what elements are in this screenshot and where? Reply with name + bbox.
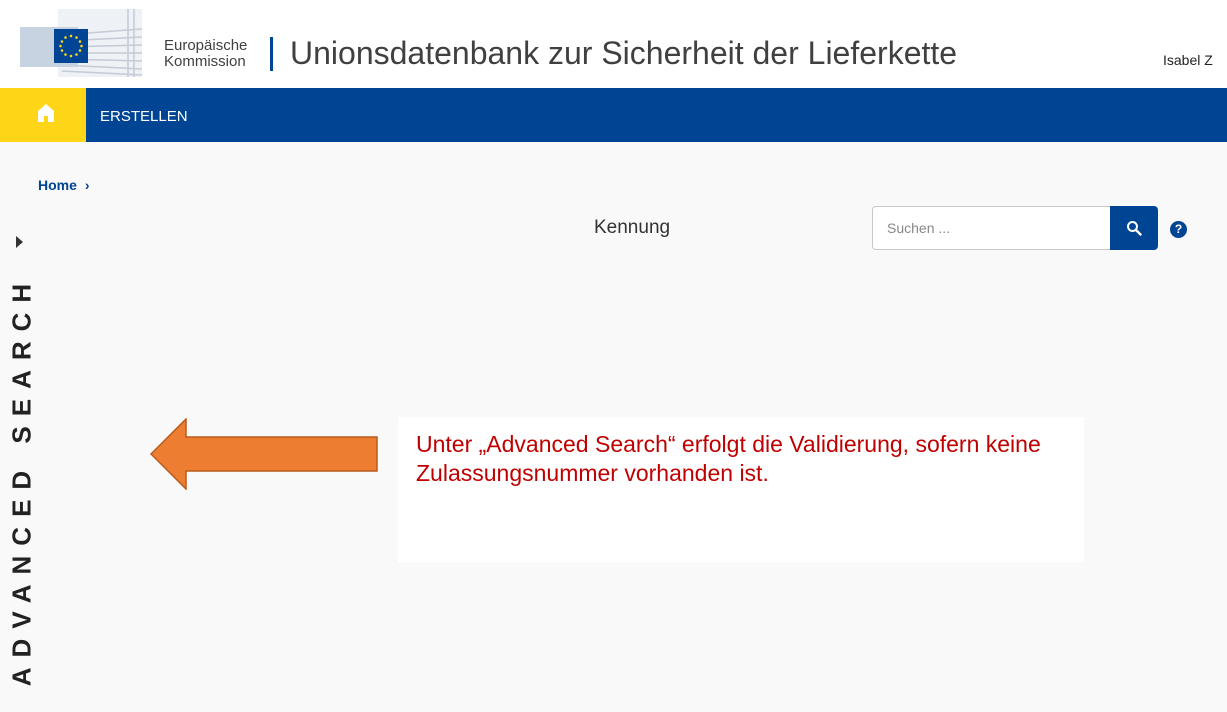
breadcrumb-separator: ›: [84, 177, 90, 193]
logo-line-2: Kommission: [164, 53, 246, 70]
site-title: Unionsdatenbank zur Sicherheit der Liefe…: [290, 35, 958, 71]
logo-divider: [270, 37, 273, 71]
advanced-search-label[interactable]: ADVANCED SEARCH: [7, 274, 38, 686]
help-icon[interactable]: ?: [1170, 221, 1187, 238]
user-name[interactable]: Isabel Z: [1163, 52, 1213, 68]
logo-line-1: Europäische: [164, 37, 248, 54]
breadcrumb-home[interactable]: Home: [38, 177, 77, 193]
home-button[interactable]: [0, 88, 86, 142]
annotation-callout: Unter „Advanced Search“ erfolgt die Vali…: [398, 417, 1084, 562]
search-icon: [1127, 221, 1142, 236]
main-nav: ERSTELLEN: [0, 88, 1227, 142]
ec-logo-text: Europäische Kommission: [164, 38, 247, 70]
ec-logo[interactable]: [18, 7, 158, 79]
left-arrow-annotation: [150, 418, 378, 490]
site-header: Europäische Kommission Unionsdatenbank z…: [0, 0, 1227, 88]
home-icon: [38, 104, 54, 122]
search-field-label: Kennung: [594, 217, 671, 238]
caret-right-icon: [16, 236, 23, 248]
annotation-text: Unter „Advanced Search“ erfolgt die Vali…: [416, 431, 1041, 486]
breadcrumb: Home ›: [38, 177, 90, 193]
search-input[interactable]: [872, 206, 1110, 250]
nav-item-erstellen[interactable]: ERSTELLEN: [100, 108, 188, 125]
search-button[interactable]: [1110, 206, 1158, 250]
